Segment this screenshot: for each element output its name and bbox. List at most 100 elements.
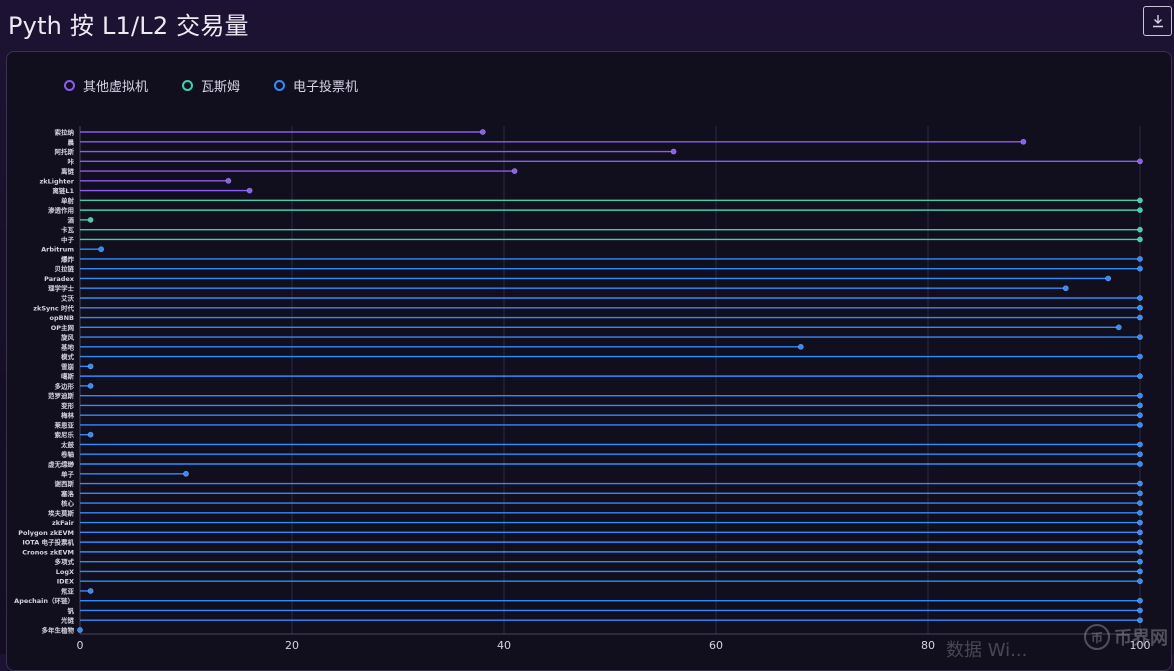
y-tick-label: 离链L1 <box>52 186 74 195</box>
lollipop-point <box>1137 422 1143 428</box>
y-tick-label: IOTA 电子投票机 <box>22 538 74 547</box>
lollipop-point <box>87 588 94 594</box>
y-tick-label: 虚无缥缈 <box>48 460 75 469</box>
y-tick-label: Arbitrum <box>41 246 74 254</box>
y-tick-label: 旋风 <box>60 333 75 342</box>
lollipop-point <box>1137 441 1143 448</box>
lollipop-point <box>1137 519 1143 526</box>
lollipop-point <box>183 470 189 477</box>
y-tick-label: 氖亚 <box>61 586 75 595</box>
y-tick-label: 梅林 <box>61 411 75 420</box>
lollipop-point <box>1137 197 1143 204</box>
lollipop-point <box>1137 480 1143 487</box>
lollipop-point <box>1137 226 1143 233</box>
y-tick-label: zkFair <box>52 519 75 527</box>
lollipop-point <box>98 246 105 253</box>
y-tick-label: 渗透作用 <box>48 206 74 215</box>
y-tick-label: 离链 <box>61 167 75 176</box>
lollipop-point <box>479 129 486 135</box>
y-tick-label: OP主网 <box>51 323 75 332</box>
x-tick-label: 40 <box>497 639 511 652</box>
y-tick-label: 卷轴 <box>61 450 75 459</box>
y-tick-label: 变形 <box>61 401 75 410</box>
lollipop-point <box>1137 314 1143 321</box>
lollipop-point <box>1137 607 1143 614</box>
y-tick-label: 咔 <box>68 157 75 166</box>
lollipop-point <box>1137 509 1143 516</box>
y-tick-label: 单子 <box>61 469 75 478</box>
lollipop-point <box>225 177 232 184</box>
y-tick-label: 艾沃 <box>61 294 75 303</box>
y-tick-label: Cronos zkEVM <box>22 548 74 556</box>
lollipop-point <box>670 148 677 155</box>
x-tick-label: 80 <box>921 639 935 652</box>
y-tick-label: 核心 <box>61 499 75 508</box>
lollipop-point <box>1137 578 1143 585</box>
lollipop-point <box>1137 304 1143 311</box>
y-tick-label: Polygon zkEVM <box>18 529 74 537</box>
lollipop-point <box>1137 295 1143 301</box>
lollipop-point <box>87 363 94 370</box>
lollipop-point <box>246 187 253 194</box>
y-tick-label: 多项式 <box>55 557 75 566</box>
lollipop-point <box>1137 373 1143 380</box>
y-tick-label: 晨 <box>68 137 75 146</box>
lollipop-point <box>1062 285 1069 292</box>
y-tick-label: 多边形 <box>55 381 75 390</box>
y-tick-label: 基地 <box>60 342 75 351</box>
y-tick-label: Paradex <box>44 275 75 283</box>
lollipop-point <box>1137 392 1143 399</box>
lollipop-point <box>1137 158 1143 165</box>
y-tick-label: 卡瓦 <box>61 225 75 234</box>
x-tick-label: 60 <box>709 639 723 652</box>
lollipop-point <box>1137 597 1143 604</box>
lollipop-point <box>1137 236 1143 243</box>
lollipop-point <box>1137 539 1143 546</box>
y-tick-label: 范罗迪斯 <box>48 391 75 400</box>
y-tick-label: 阿托斯 <box>55 147 75 156</box>
y-tick-label: Apechain（环链） <box>14 596 74 605</box>
y-tick-label: 贝拉链 <box>55 264 75 273</box>
lollipop-point <box>511 168 518 174</box>
lollipop-point <box>1137 402 1143 409</box>
lollipop-point <box>1137 412 1143 419</box>
lollipop-point <box>1115 324 1122 331</box>
lollipop-point <box>1137 461 1143 467</box>
lollipop-point <box>1137 548 1143 555</box>
y-tick-label: 雪崩 <box>61 362 74 371</box>
y-tick-label: 太鼓 <box>60 440 75 449</box>
lollipop-point <box>1137 558 1143 565</box>
lollipop-point <box>1137 353 1143 360</box>
y-tick-label: zkSync 时代 <box>33 303 74 312</box>
y-tick-label: 理学学士 <box>48 284 75 293</box>
y-tick-label: 光链 <box>60 616 75 625</box>
y-tick-label: 索尼乐 <box>55 430 75 439</box>
lollipop-point <box>1137 500 1143 506</box>
lollipop-point <box>87 216 94 223</box>
lollipop-point <box>797 343 804 350</box>
y-tick-label: opBNB <box>50 314 75 322</box>
y-tick-label: 单射 <box>61 196 75 205</box>
watermark-logo-icon: 币 <box>1084 624 1110 650</box>
y-tick-label: 爆炸 <box>61 254 75 263</box>
y-tick-label: 多年生植物 <box>42 626 75 635</box>
y-tick-label: 酒 <box>68 215 75 224</box>
lollipop-chart: 0 20 40 60 80 100索拉纳晨阿托斯咔离链zkLighter离链L1单射渗透作… <box>14 126 1151 652</box>
y-tick-label: LogX <box>56 568 74 576</box>
y-tick-label: 埃夫莫斯 <box>48 508 75 517</box>
lollipop-point <box>1020 138 1027 145</box>
y-tick-label: IDEX <box>57 578 74 586</box>
lollipop-point <box>1137 334 1143 340</box>
x-tick-label: 0 <box>77 639 84 652</box>
watermark-text: 数据 Wi... <box>946 640 1028 661</box>
lollipop-point <box>87 431 94 438</box>
y-tick-label: 谢西斯 <box>55 479 75 488</box>
y-tick-label: zkLighter <box>40 177 75 185</box>
lollipop-point <box>1137 451 1143 458</box>
y-tick-label: 钒 <box>68 606 75 615</box>
y-tick-label: 塞洛 <box>61 489 75 498</box>
y-tick-label: 中子 <box>61 235 75 244</box>
lollipop-point <box>1137 265 1143 272</box>
y-tick-label: 莱恩亚 <box>55 420 75 429</box>
lollipop-point <box>87 382 94 389</box>
